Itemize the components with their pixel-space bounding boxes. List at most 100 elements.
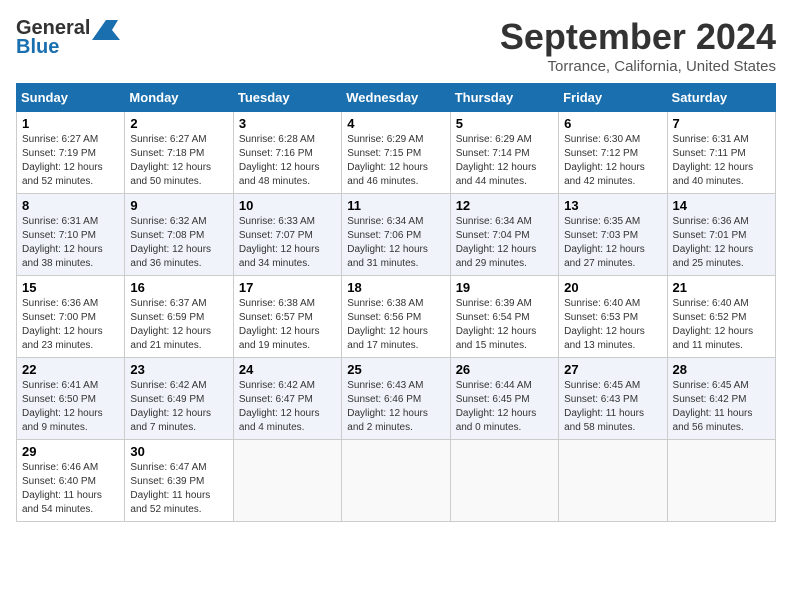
sunrise-info: Sunrise: 6:28 AM [239, 134, 315, 145]
sunrise-info: Sunrise: 6:30 AM [564, 134, 640, 145]
calendar-cell: 14 Sunrise: 6:36 AM Sunset: 7:01 PM Dayl… [667, 194, 775, 276]
calendar-cell: 15 Sunrise: 6:36 AM Sunset: 7:00 PM Dayl… [17, 276, 125, 358]
daylight-info: Daylight: 11 hours and 56 minutes. [673, 408, 753, 433]
calendar-cell: 5 Sunrise: 6:29 AM Sunset: 7:14 PM Dayli… [450, 112, 558, 194]
sunrise-info: Sunrise: 6:45 AM [673, 380, 749, 391]
sunset-info: Sunset: 6:46 PM [347, 394, 421, 405]
month-title: September 2024 [500, 16, 776, 58]
sunset-info: Sunset: 7:06 PM [347, 230, 421, 241]
day-number: 29 [22, 444, 119, 459]
calendar-cell: 3 Sunrise: 6:28 AM Sunset: 7:16 PM Dayli… [233, 112, 341, 194]
day-number: 15 [22, 280, 119, 295]
calendar-header-sunday: Sunday [17, 84, 125, 112]
daylight-info: Daylight: 12 hours and 9 minutes. [22, 408, 103, 433]
sunset-info: Sunset: 6:49 PM [130, 394, 204, 405]
sunrise-info: Sunrise: 6:32 AM [130, 216, 206, 227]
sunrise-info: Sunrise: 6:39 AM [456, 298, 532, 309]
day-number: 23 [130, 362, 227, 377]
calendar-cell: 28 Sunrise: 6:45 AM Sunset: 6:42 PM Dayl… [667, 358, 775, 440]
day-number: 16 [130, 280, 227, 295]
sunrise-info: Sunrise: 6:38 AM [347, 298, 423, 309]
daylight-info: Daylight: 12 hours and 31 minutes. [347, 244, 428, 269]
daylight-info: Daylight: 12 hours and 27 minutes. [564, 244, 645, 269]
sunset-info: Sunset: 7:07 PM [239, 230, 313, 241]
daylight-info: Daylight: 12 hours and 48 minutes. [239, 162, 320, 187]
sunrise-info: Sunrise: 6:29 AM [456, 134, 532, 145]
calendar-cell: 26 Sunrise: 6:44 AM Sunset: 6:45 PM Dayl… [450, 358, 558, 440]
calendar-header-friday: Friday [559, 84, 667, 112]
daylight-info: Daylight: 11 hours and 58 minutes. [564, 408, 644, 433]
calendar-header-row: SundayMondayTuesdayWednesdayThursdayFrid… [17, 84, 776, 112]
calendar-header-monday: Monday [125, 84, 233, 112]
calendar-week-row: 1 Sunrise: 6:27 AM Sunset: 7:19 PM Dayli… [17, 112, 776, 194]
sunset-info: Sunset: 6:53 PM [564, 312, 638, 323]
sunset-info: Sunset: 6:50 PM [22, 394, 96, 405]
calendar-week-row: 22 Sunrise: 6:41 AM Sunset: 6:50 PM Dayl… [17, 358, 776, 440]
daylight-info: Daylight: 12 hours and 21 minutes. [130, 326, 211, 351]
daylight-info: Daylight: 12 hours and 34 minutes. [239, 244, 320, 269]
sunrise-info: Sunrise: 6:46 AM [22, 462, 98, 473]
calendar-cell: 27 Sunrise: 6:45 AM Sunset: 6:43 PM Dayl… [559, 358, 667, 440]
title-area: September 2024 Torrance, California, Uni… [500, 16, 776, 75]
sunset-info: Sunset: 7:15 PM [347, 148, 421, 159]
calendar-cell: 12 Sunrise: 6:34 AM Sunset: 7:04 PM Dayl… [450, 194, 558, 276]
day-number: 3 [239, 116, 336, 131]
day-number: 19 [456, 280, 553, 295]
sunset-info: Sunset: 7:04 PM [456, 230, 530, 241]
sunrise-info: Sunrise: 6:35 AM [564, 216, 640, 227]
calendar-cell: 17 Sunrise: 6:38 AM Sunset: 6:57 PM Dayl… [233, 276, 341, 358]
sunset-info: Sunset: 6:45 PM [456, 394, 530, 405]
sunset-info: Sunset: 7:03 PM [564, 230, 638, 241]
sunrise-info: Sunrise: 6:36 AM [22, 298, 98, 309]
sunset-info: Sunset: 6:47 PM [239, 394, 313, 405]
sunrise-info: Sunrise: 6:45 AM [564, 380, 640, 391]
calendar-cell [342, 440, 450, 522]
daylight-info: Daylight: 12 hours and 52 minutes. [22, 162, 103, 187]
calendar-cell: 23 Sunrise: 6:42 AM Sunset: 6:49 PM Dayl… [125, 358, 233, 440]
calendar-table: SundayMondayTuesdayWednesdayThursdayFrid… [16, 83, 776, 522]
sunrise-info: Sunrise: 6:33 AM [239, 216, 315, 227]
sunrise-info: Sunrise: 6:31 AM [673, 134, 749, 145]
day-number: 8 [22, 198, 119, 213]
day-number: 27 [564, 362, 661, 377]
calendar-cell: 8 Sunrise: 6:31 AM Sunset: 7:10 PM Dayli… [17, 194, 125, 276]
daylight-info: Daylight: 12 hours and 2 minutes. [347, 408, 428, 433]
sunset-info: Sunset: 7:16 PM [239, 148, 313, 159]
daylight-info: Daylight: 12 hours and 17 minutes. [347, 326, 428, 351]
sunset-info: Sunset: 6:39 PM [130, 476, 204, 487]
calendar-cell: 2 Sunrise: 6:27 AM Sunset: 7:18 PM Dayli… [125, 112, 233, 194]
calendar-cell: 7 Sunrise: 6:31 AM Sunset: 7:11 PM Dayli… [667, 112, 775, 194]
daylight-info: Daylight: 12 hours and 44 minutes. [456, 162, 537, 187]
day-number: 17 [239, 280, 336, 295]
calendar-week-row: 29 Sunrise: 6:46 AM Sunset: 6:40 PM Dayl… [17, 440, 776, 522]
day-number: 21 [673, 280, 770, 295]
sunset-info: Sunset: 7:01 PM [673, 230, 747, 241]
sunset-info: Sunset: 6:59 PM [130, 312, 204, 323]
calendar-cell: 20 Sunrise: 6:40 AM Sunset: 6:53 PM Dayl… [559, 276, 667, 358]
day-number: 26 [456, 362, 553, 377]
sunset-info: Sunset: 7:18 PM [130, 148, 204, 159]
day-number: 1 [22, 116, 119, 131]
calendar-cell: 13 Sunrise: 6:35 AM Sunset: 7:03 PM Dayl… [559, 194, 667, 276]
day-number: 20 [564, 280, 661, 295]
calendar-cell: 29 Sunrise: 6:46 AM Sunset: 6:40 PM Dayl… [17, 440, 125, 522]
calendar-cell [233, 440, 341, 522]
daylight-info: Daylight: 12 hours and 13 minutes. [564, 326, 645, 351]
daylight-info: Daylight: 12 hours and 50 minutes. [130, 162, 211, 187]
sunrise-info: Sunrise: 6:40 AM [564, 298, 640, 309]
calendar-cell [450, 440, 558, 522]
calendar-cell: 4 Sunrise: 6:29 AM Sunset: 7:15 PM Dayli… [342, 112, 450, 194]
sunset-info: Sunset: 6:57 PM [239, 312, 313, 323]
daylight-info: Daylight: 12 hours and 4 minutes. [239, 408, 320, 433]
sunset-info: Sunset: 6:54 PM [456, 312, 530, 323]
sunrise-info: Sunrise: 6:31 AM [22, 216, 98, 227]
sunrise-info: Sunrise: 6:27 AM [22, 134, 98, 145]
sunset-info: Sunset: 7:10 PM [22, 230, 96, 241]
day-number: 22 [22, 362, 119, 377]
day-number: 10 [239, 198, 336, 213]
sunset-info: Sunset: 7:12 PM [564, 148, 638, 159]
sunset-info: Sunset: 7:00 PM [22, 312, 96, 323]
sunset-info: Sunset: 7:08 PM [130, 230, 204, 241]
day-number: 6 [564, 116, 661, 131]
day-number: 5 [456, 116, 553, 131]
